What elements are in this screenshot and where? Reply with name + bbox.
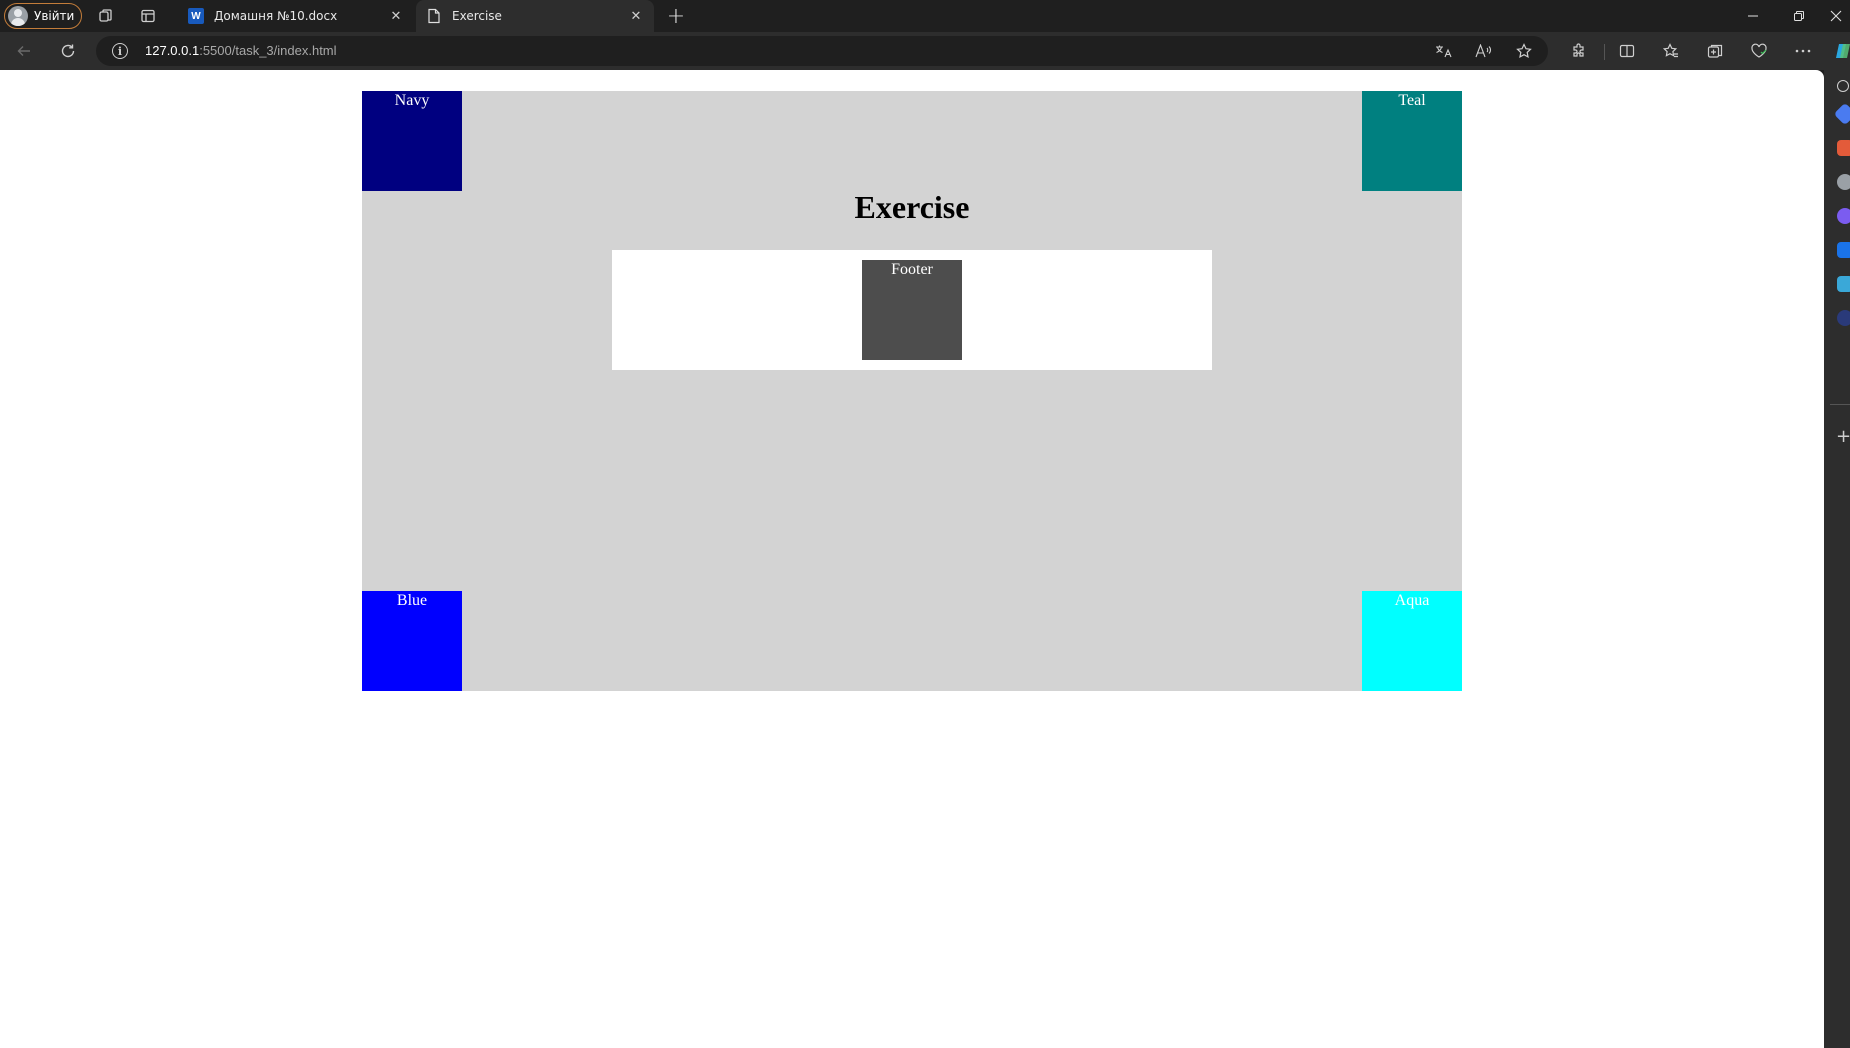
- tab-title: Exercise: [452, 9, 502, 23]
- url-host: 127.0.0.1: [145, 43, 200, 58]
- discover-icon[interactable]: [1833, 102, 1850, 126]
- add-icon[interactable]: +: [1836, 426, 1850, 447]
- translate-icon[interactable]: [1434, 41, 1454, 61]
- tab-exercise[interactable]: Exercise ✕: [416, 0, 654, 32]
- copilot-sidebar-icon[interactable]: [1837, 208, 1850, 224]
- new-tab-icon[interactable]: +: [664, 4, 688, 29]
- people-icon[interactable]: [1837, 174, 1850, 190]
- url-path: :5500/task_3/index.html: [199, 43, 337, 58]
- close-window-icon[interactable]: [1822, 0, 1850, 32]
- navy-box: Navy: [362, 91, 462, 191]
- word-icon: W: [188, 8, 204, 24]
- blue-box: Blue: [362, 591, 462, 691]
- minimize-icon[interactable]: [1730, 0, 1776, 32]
- close-tab-icon[interactable]: ✕: [628, 8, 644, 24]
- toolbar-divider: [1604, 44, 1605, 60]
- aqua-box: Aqua: [1362, 591, 1462, 691]
- page-viewport: Navy Teal Blue Aqua Exercise Footer: [0, 70, 1824, 1048]
- restore-icon[interactable]: [1776, 0, 1822, 32]
- page-icon: [426, 8, 442, 24]
- games-icon[interactable]: [1837, 310, 1850, 326]
- tab-title: Домашня №10.docx: [214, 9, 338, 23]
- drop-icon[interactable]: [1837, 276, 1850, 292]
- extensions-icon[interactable]: [1568, 40, 1590, 62]
- avatar-icon: [8, 6, 28, 26]
- tab-actions-icon[interactable]: [138, 6, 158, 26]
- url-text[interactable]: 127.0.0.1:5500/task_3/index.html: [145, 43, 337, 58]
- read-aloud-icon[interactable]: [1474, 41, 1494, 61]
- address-bar[interactable]: i 127.0.0.1:5500/task_3/index.html: [96, 36, 1548, 66]
- browser-essentials-icon[interactable]: [1748, 40, 1770, 62]
- profile-button[interactable]: Увійти: [4, 3, 82, 29]
- tools-icon[interactable]: [1837, 140, 1850, 156]
- search-icon[interactable]: [1837, 80, 1849, 92]
- browser-toolbar: i 127.0.0.1:5500/task_3/index.html: [0, 32, 1850, 70]
- outlook-icon[interactable]: [1837, 242, 1850, 258]
- page-title: Exercise: [854, 189, 970, 225]
- more-options-icon[interactable]: [1792, 40, 1814, 62]
- copilot-icon[interactable]: [1832, 40, 1850, 62]
- teal-box: Teal: [1362, 91, 1462, 191]
- edge-sidebar: +: [1824, 70, 1850, 1048]
- workspaces-icon[interactable]: [96, 6, 116, 26]
- reload-icon[interactable]: [56, 39, 80, 63]
- sidebar-divider: [1830, 404, 1850, 405]
- site-info-icon[interactable]: i: [112, 43, 128, 59]
- favorites-icon[interactable]: [1660, 40, 1682, 62]
- browser-titlebar: Увійти W Домашня №10.docx ✕ Exercise ✕ +: [0, 0, 1850, 32]
- profile-label: Увійти: [34, 9, 75, 23]
- page-container: Navy Teal Blue Aqua Exercise Footer: [362, 91, 1462, 691]
- split-screen-icon[interactable]: [1616, 40, 1638, 62]
- favorite-star-icon[interactable]: [1514, 41, 1534, 61]
- close-tab-icon[interactable]: ✕: [388, 8, 404, 24]
- footer-box: Footer: [862, 260, 962, 360]
- collections-icon[interactable]: [1704, 40, 1726, 62]
- back-icon[interactable]: [12, 39, 36, 63]
- white-panel: Footer: [612, 250, 1212, 370]
- tab-word-document[interactable]: W Домашня №10.docx ✕: [178, 0, 414, 32]
